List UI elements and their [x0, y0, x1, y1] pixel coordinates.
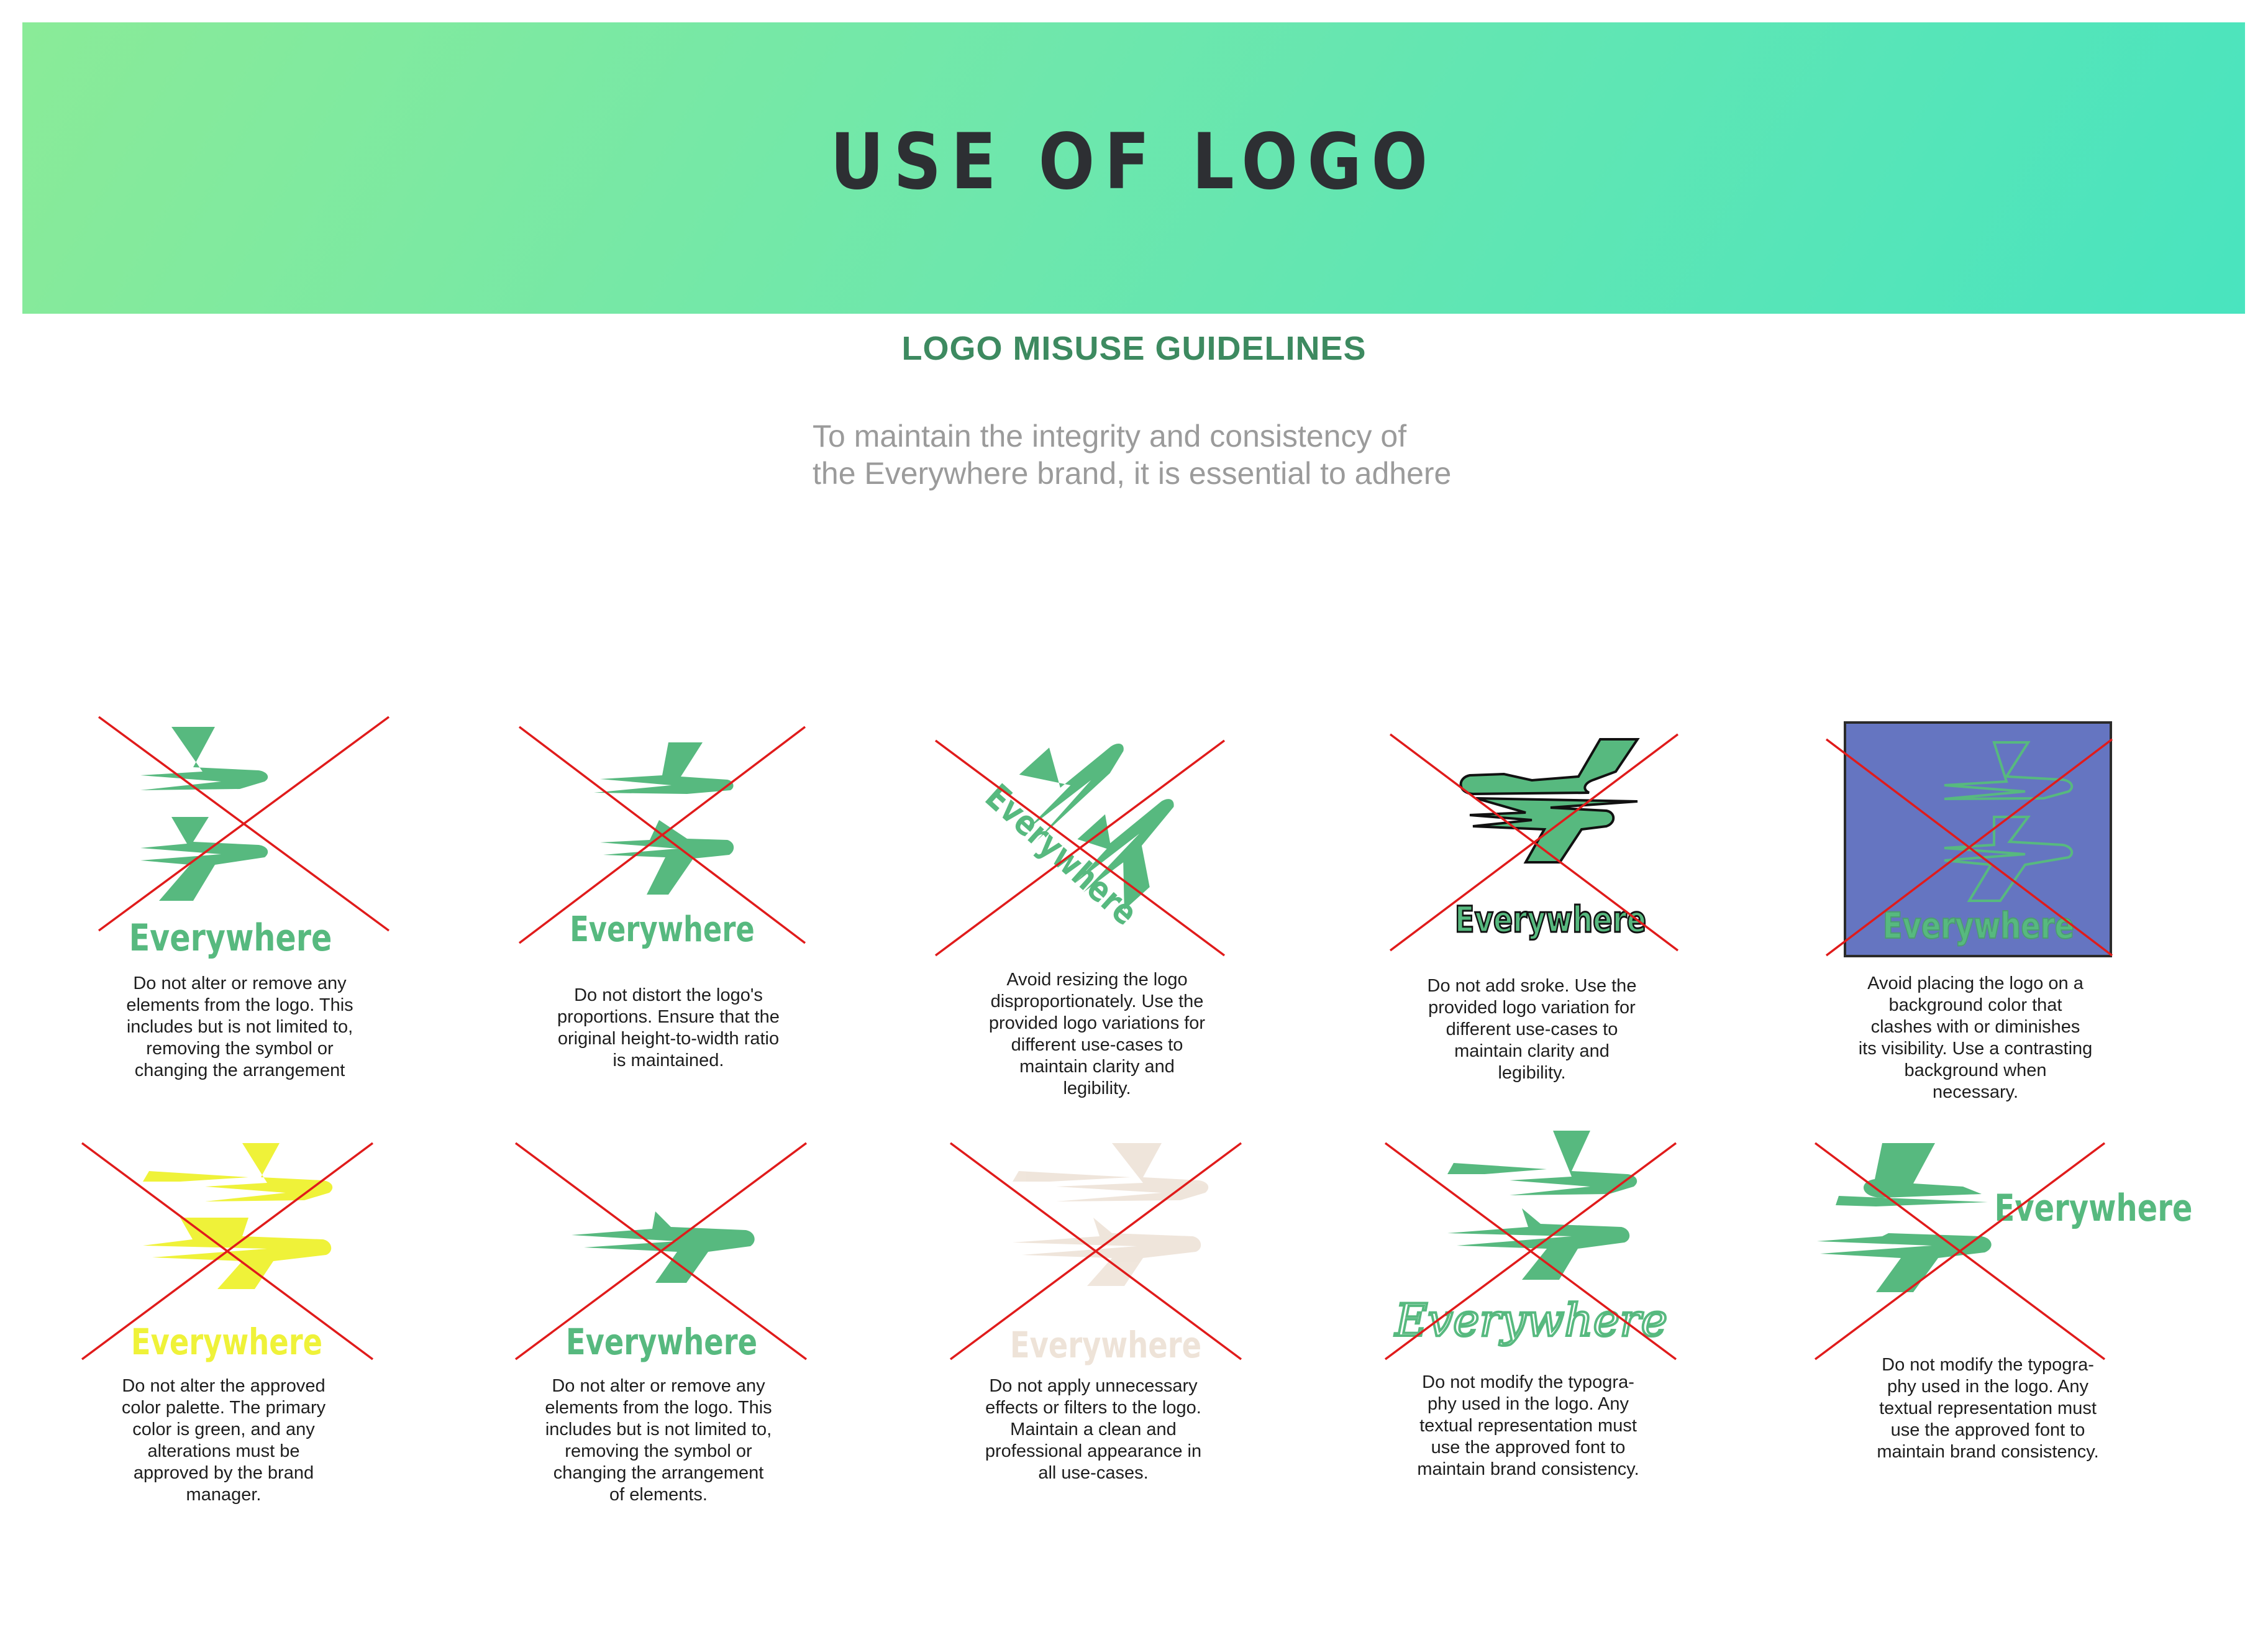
intro-paragraph: To maintain the integrity and consistenc… [813, 417, 1620, 492]
logo-wordmark: Everywhere [570, 909, 755, 949]
guideline-caption: Do not alter or remove any elements from… [545, 1376, 772, 1505]
guideline-card-symbol-removed: Everywhere Do not alter or remove any el… [53, 702, 426, 1080]
logo-example-stroke: Everywhere [1389, 733, 1679, 952]
logo-example-recolored: Everywhere [81, 1142, 374, 1363]
page-title: USE OF LOGO [830, 117, 1437, 207]
plane-symbol-icon [140, 727, 268, 901]
guideline-card-element-removed: Everywhere Do not alter or remove any el… [472, 1124, 845, 1505]
intro-line: To maintain the integrity and consistenc… [813, 419, 1407, 454]
guideline-card-distorted: Everywhere Do not distort the logo's pro… [482, 702, 855, 1070]
guideline-caption: Do not add sroke. Use the provided logo … [1427, 976, 1637, 1083]
guideline-card-script-font: Everywhere Do not modify the typogra- ph… [1342, 1124, 1715, 1479]
logo-example-script-font: Everywhere [1384, 1131, 1677, 1361]
guideline-card-effects: Everywhere Do not apply unnecessary effe… [907, 1124, 1280, 1483]
logo-wordmark: Everywhere [131, 1321, 322, 1363]
logo-wordmark: Everywhere [566, 1321, 757, 1363]
guideline-caption: Do not apply unnecessary effects or filt… [985, 1376, 1202, 1483]
guideline-caption: Do not distort the logo's proportions. E… [557, 985, 780, 1070]
guideline-caption: Avoid placing the logo on a background c… [1858, 973, 2093, 1102]
logo-example-symbol-removed: Everywhere [98, 716, 390, 959]
plane-symbol-icon [572, 1211, 755, 1283]
plane-symbol-icon [1817, 1143, 1992, 1292]
logo-wordmark: Everywhere [1995, 1187, 2193, 1230]
guideline-caption: Avoid resizing the logo disproportionate… [988, 970, 1206, 1098]
logo-wordmark: Everywhere [1394, 1294, 1668, 1346]
plane-symbol-icon [1459, 738, 1640, 864]
plane-symbol-icon [1013, 1143, 1209, 1286]
logo-wordmark: Everywhere [1010, 1324, 1201, 1366]
logo-wordmark: Everywhere [129, 916, 332, 959]
logo-example-rotated: Everywhere [934, 739, 1226, 957]
intro-line: the Everywhere brand, it is essential to… [813, 456, 1452, 491]
logo-example-distorted: Everywhere [518, 726, 806, 949]
plane-symbol-icon [1447, 1131, 1637, 1280]
logo-example-element-removed: Everywhere [514, 1142, 808, 1363]
header-banner: USE OF LOGO [22, 22, 2245, 314]
logo-example-horizontal: Everywhere [1814, 1142, 2193, 1361]
guideline-card-rotated: Everywhere Avoid resizing the logo dispr… [911, 702, 1283, 1098]
logo-wordmark: Everywhere [1883, 905, 2074, 947]
logo-example-effects: Everywhere [949, 1142, 1242, 1366]
logo-example-clashing-background: Everywhere [1825, 721, 2113, 957]
guideline-caption: Do not modify the typogra- phy used in t… [1877, 1355, 2099, 1462]
guideline-card-horizontal: Everywhere Do not modify the typogra- ph… [1801, 1124, 2236, 1472]
plane-symbol-icon [143, 1143, 333, 1289]
guideline-card-stroke: Everywhere Do not add sroke. Use the pro… [1346, 702, 1718, 1083]
guideline-card-clashing-background: Everywhere Avoid placing the logo on a b… [1789, 702, 2162, 1102]
section-subtitle: LOGO MISUSE GUIDELINES [901, 330, 1367, 367]
guideline-card-recolored: Everywhere Do not alter the approved col… [37, 1124, 410, 1505]
guideline-caption: Do not modify the typogra- phy used in t… [1417, 1372, 1639, 1479]
cross-mark-icon [98, 716, 390, 932]
guideline-caption: Do not alter the approved color palette.… [121, 1376, 326, 1505]
guideline-caption: Do not alter or remove any elements from… [126, 973, 353, 1080]
